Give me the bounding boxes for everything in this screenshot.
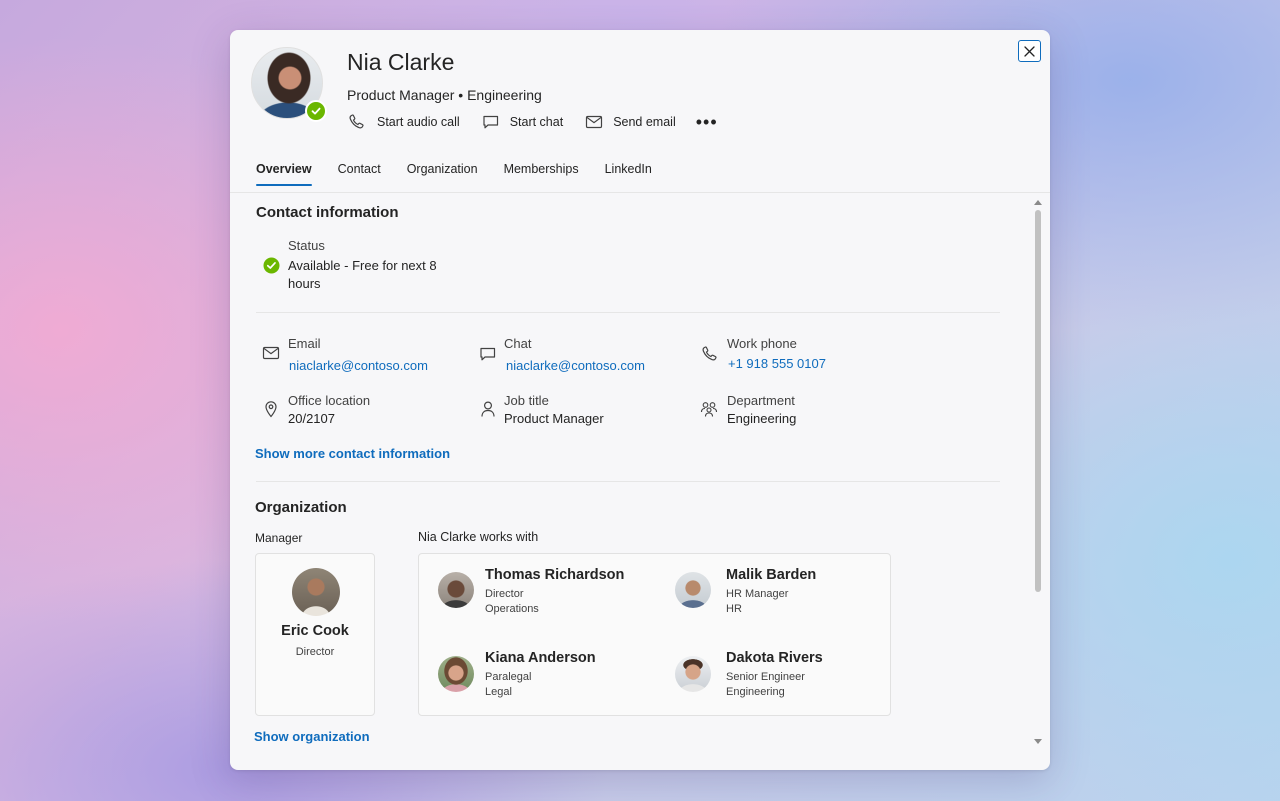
office-location-label: Office location [288, 393, 371, 408]
work-phone-link[interactable]: +1 918 555 0107 [728, 356, 826, 371]
close-icon [1024, 45, 1035, 57]
department-value: Engineering [727, 411, 797, 426]
peer-name[interactable]: Thomas Richardson [485, 567, 624, 583]
department-label: Department [727, 393, 795, 408]
phone-icon [702, 346, 717, 361]
chat-link[interactable]: niaclarke@contoso.com [506, 358, 645, 373]
tab-linkedin[interactable]: LinkedIn [605, 162, 652, 190]
show-more-contact-link[interactable]: Show more contact information [255, 446, 450, 461]
start-audio-call-label: Start audio call [377, 115, 460, 129]
close-button[interactable] [1018, 40, 1041, 62]
status-value-line2: hours [288, 276, 321, 291]
peers-card: Thomas Richardson Director Operations Ma… [418, 553, 891, 716]
tab-memberships[interactable]: Memberships [504, 162, 579, 190]
chat-icon [483, 115, 498, 129]
tab-organization[interactable]: Organization [407, 162, 478, 190]
mail-icon [262, 346, 280, 360]
profile-card: Nia Clarke Product Manager • Engineering… [230, 30, 1050, 770]
peer-avatar [675, 656, 711, 692]
profile-tabs: Overview Contact Organization Membership… [256, 162, 678, 190]
scrollbar-thumb[interactable] [1035, 210, 1041, 592]
vertical-scrollbar[interactable] [1032, 196, 1044, 744]
chat-label: Chat [504, 336, 532, 351]
section-divider [256, 481, 1000, 482]
mail-icon [586, 115, 603, 129]
works-with-label: Nia Clarke works with [418, 530, 539, 544]
start-audio-call-button[interactable]: Start audio call [347, 113, 460, 131]
location-pin-icon [265, 401, 277, 418]
send-email-button[interactable]: Send email [585, 115, 676, 129]
available-status-icon [263, 257, 280, 274]
organization-heading: Organization [255, 499, 347, 516]
email-link[interactable]: niaclarke@contoso.com [289, 358, 428, 373]
peer-department: HR [726, 603, 742, 615]
chat-icon [480, 347, 496, 361]
tab-contact[interactable]: Contact [338, 162, 381, 190]
peer-avatar [438, 656, 474, 692]
peer-title: HR Manager [726, 588, 789, 600]
email-label: Email [288, 336, 321, 351]
person-icon [481, 401, 495, 417]
peer-name[interactable]: Malik Barden [726, 567, 816, 583]
manager-title: Director [295, 646, 335, 658]
profile-name: Nia Clarke [347, 49, 455, 75]
peer-avatar [675, 572, 711, 608]
start-chat-button[interactable]: Start chat [482, 114, 564, 130]
scroll-down-icon[interactable] [1034, 739, 1042, 744]
peer-department: Engineering [726, 686, 785, 698]
peer-title: Director [485, 588, 524, 600]
show-organization-link[interactable]: Show organization [254, 729, 370, 744]
section-divider [256, 312, 1000, 313]
peer-title: Paralegal [485, 671, 532, 683]
work-phone-label: Work phone [727, 336, 797, 351]
peer-avatar [438, 572, 474, 608]
presence-available-icon [305, 100, 327, 122]
scroll-up-icon[interactable] [1034, 200, 1042, 205]
more-options-icon[interactable]: ••• [696, 113, 718, 131]
profile-subtitle: Product Manager • Engineering [347, 87, 542, 103]
office-location-value: 20/2107 [288, 411, 335, 426]
status-label: Status [288, 238, 325, 253]
peer-name[interactable]: Kiana Anderson [485, 650, 596, 666]
peer-name[interactable]: Dakota Rivers [726, 650, 823, 666]
phone-icon [349, 114, 364, 129]
contact-info-heading: Contact information [256, 204, 399, 221]
manager-label: Manager [255, 531, 303, 545]
quick-actions: Start audio call Start chat Send email •… [347, 112, 718, 132]
peer-title: Senior Engineer [726, 671, 805, 683]
tab-overview[interactable]: Overview [256, 162, 312, 190]
status-value-line1: Available - Free for next 8 [288, 258, 437, 273]
peer-department: Legal [485, 686, 512, 698]
job-title-label: Job title [504, 393, 549, 408]
peer-department: Operations [485, 603, 539, 615]
job-title-value: Product Manager [504, 411, 604, 426]
profile-header: Nia Clarke Product Manager • Engineering… [230, 30, 1050, 192]
send-email-label: Send email [613, 115, 676, 129]
manager-card[interactable]: Eric Cook Director [255, 553, 375, 716]
people-team-icon [700, 402, 718, 417]
tab-divider [230, 192, 1050, 193]
manager-avatar [292, 568, 340, 616]
start-chat-label: Start chat [509, 115, 564, 129]
manager-name: Eric Cook [281, 623, 349, 639]
